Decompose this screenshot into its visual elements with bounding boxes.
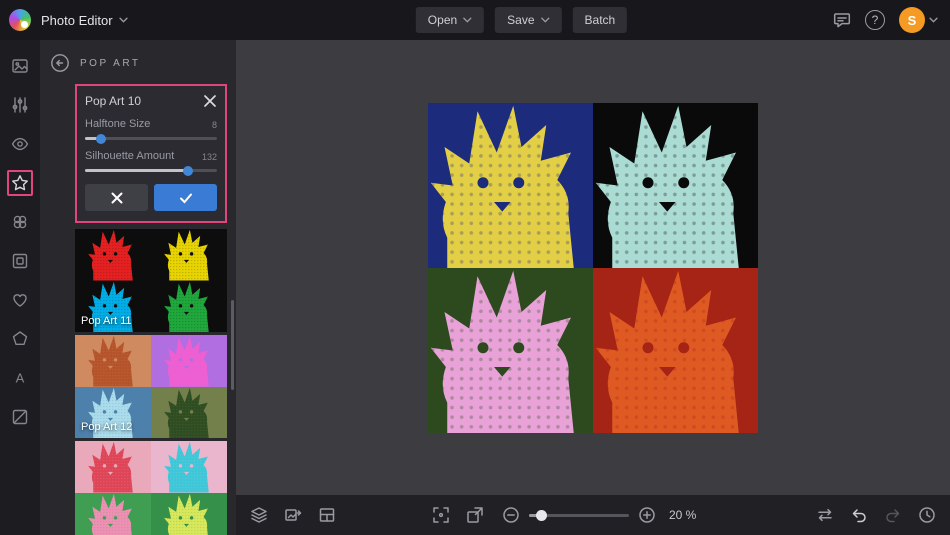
toggle-original-icon[interactable] [816,506,834,524]
top-bar: Photo Editor Open Save Batch ? S [0,0,950,40]
svg-text:A: A [16,371,25,386]
halftone-size-control: Halftone Size 8 [85,118,217,144]
preset-pop-art-13[interactable] [75,441,227,535]
preset-thumbnail [75,441,227,535]
silhouette-amount-value: 132 [201,152,217,162]
collage-icon[interactable] [318,506,336,524]
slider-thumb[interactable] [95,133,106,144]
document-tools [250,506,336,524]
zoom-out-icon[interactable] [502,506,520,524]
halftone-size-slider[interactable] [85,133,217,144]
save-button[interactable]: Save [495,7,562,33]
zoom-slider[interactable] [529,509,629,521]
fit-screen-icon[interactable] [432,506,450,524]
active-filter-card: Pop Art 10 Halftone Size 8 Silhouette Am… [75,84,227,223]
silhouette-amount-slider[interactable] [85,165,217,176]
topbar-right: ? S [833,7,950,33]
artwork-image[interactable] [428,102,758,433]
slider-thumb[interactable] [182,165,193,176]
tool-eye-icon[interactable] [7,131,33,157]
slider-fill [85,169,188,172]
zoom-in-icon[interactable] [638,506,656,524]
bottom-bar: 20 % [236,495,950,535]
open-label: Open [427,13,458,27]
batch-label: Batch [584,13,616,27]
close-icon[interactable] [203,94,217,108]
chevron-down-icon [463,17,472,23]
zoom-level: 20 % [669,508,697,522]
preset-label: Pop Art 12 [81,421,133,433]
pop-art-image [428,102,758,433]
silhouette-amount-label: Silhouette Amount [85,150,175,162]
preset-pop-art-12[interactable]: Pop Art 12 [75,335,227,438]
tool-draw-icon[interactable] [7,404,33,430]
open-button[interactable]: Open [415,7,485,33]
cancel-filter-button[interactable] [85,184,148,211]
panel-header: POP ART [40,40,236,84]
save-label: Save [507,13,535,27]
close-icon [111,192,122,203]
app-logo-icon[interactable] [9,9,31,31]
silhouette-amount-control: Silhouette Amount 132 [85,150,217,176]
topbar-center-actions: Open Save Batch [415,7,628,33]
halftone-size-label: Halftone Size [85,118,151,130]
tool-image-icon[interactable] [7,53,33,79]
panel-scrollbar[interactable] [231,300,234,390]
help-glyph: ? [871,13,879,27]
replace-image-icon[interactable] [284,506,302,524]
feedback-chat-icon[interactable] [833,11,851,29]
tool-frame-icon[interactable] [7,248,33,274]
back-icon[interactable] [50,53,70,73]
view-tools [432,506,484,524]
account-menu[interactable]: S [899,7,938,33]
tool-rail: A [0,40,40,535]
chevron-down-icon [929,17,938,23]
panel-title: POP ART [80,57,141,69]
tool-effects-icon[interactable] [7,209,33,235]
canvas-area [236,40,950,495]
preview-icon[interactable] [466,506,484,524]
preset-label: Pop Art 11 [81,315,132,327]
history-tools [816,506,936,524]
batch-button[interactable]: Batch [572,7,628,33]
tool-shapes-icon[interactable] [7,326,33,352]
zoom-controls: 20 % [502,506,696,524]
history-icon[interactable] [918,506,936,524]
pop-art-panel: POP ART Pop Art 10 Halftone Size 8 Silho… [40,40,236,535]
chevron-down-icon [118,17,128,23]
tool-star-icon[interactable] [7,170,33,196]
layers-icon[interactable] [250,506,268,524]
tool-favorites-icon[interactable] [7,287,33,313]
undo-icon[interactable] [850,506,868,524]
filter-name: Pop Art 10 [85,94,142,108]
zoom-slider-thumb[interactable] [536,509,547,521]
preset-pop-art-11[interactable]: Pop Art 11 [75,229,227,332]
check-icon [179,193,192,203]
chevron-down-icon [540,17,550,23]
app-title-label: Photo Editor [41,12,113,28]
apply-filter-button[interactable] [154,184,217,211]
redo-icon[interactable] [884,506,902,524]
avatar: S [899,7,925,33]
halftone-size-value: 8 [211,120,217,130]
app-title-menu[interactable]: Photo Editor [41,13,128,28]
help-icon[interactable]: ? [865,10,885,30]
tool-text-icon[interactable]: A [7,365,33,391]
tool-adjustments-icon[interactable] [7,92,33,118]
